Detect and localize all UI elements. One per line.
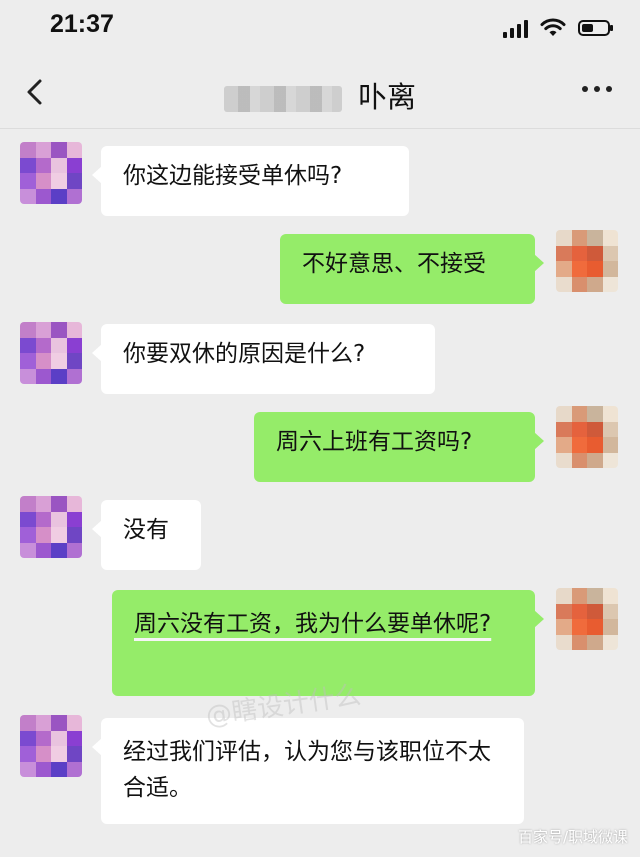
chat-title: 卟离 — [0, 74, 640, 116]
battery-icon — [578, 20, 613, 36]
contact-avatar[interactable] — [20, 496, 82, 558]
signal-icon — [503, 18, 528, 38]
message-bubble-incoming[interactable]: 你这边能接受单休吗? — [92, 146, 409, 216]
user-avatar[interactable] — [556, 230, 618, 292]
message-text: 你这边能接受单休吗? — [123, 163, 343, 189]
contact-avatar[interactable] — [20, 322, 82, 384]
message-bubble-incoming[interactable]: 你要双休的原因是什么? — [92, 324, 435, 394]
message-text: 没有 — [123, 517, 169, 543]
status-bar: 21:37 — [0, 0, 640, 56]
battery-level — [582, 24, 593, 32]
message-text: 经过我们评估，认为您与该职位不太合适。 — [123, 739, 491, 801]
blurred-name — [223, 86, 342, 112]
message-text: 不好意思、不接受 — [302, 251, 486, 277]
message-bubble-incoming[interactable]: 没有 — [92, 500, 201, 570]
message-text: 周六上班有工资吗? — [276, 429, 473, 455]
message-bubble-outgoing[interactable]: 周六上班有工资吗? — [254, 412, 544, 482]
source-watermark: 百家号/职域微课 — [517, 828, 628, 846]
user-avatar[interactable] — [556, 406, 618, 468]
contact-avatar[interactable] — [20, 142, 82, 204]
chat-title-text: 卟离 — [357, 80, 416, 114]
more-dots-icon[interactable] — [582, 86, 612, 92]
contact-avatar[interactable] — [20, 715, 82, 777]
wifi-icon — [540, 18, 566, 36]
message-text: 你要双休的原因是什么? — [123, 341, 366, 367]
user-avatar[interactable] — [556, 588, 618, 650]
message-text: 周六没有工资，我为什么要单休呢? — [134, 611, 492, 637]
status-time: 21:37 — [50, 10, 114, 38]
chat-area[interactable]: 你这边能接受单休吗? 不好意思、不接受 你要双休的原因是什么? 周六上班有工资吗… — [0, 130, 640, 857]
status-icons — [503, 14, 613, 42]
message-bubble-outgoing[interactable]: 不好意思、不接受 — [280, 234, 544, 304]
nav-bar: 卟离 — [0, 56, 640, 129]
message-bubble-incoming[interactable]: 经过我们评估，认为您与该职位不太合适。 — [92, 718, 524, 824]
